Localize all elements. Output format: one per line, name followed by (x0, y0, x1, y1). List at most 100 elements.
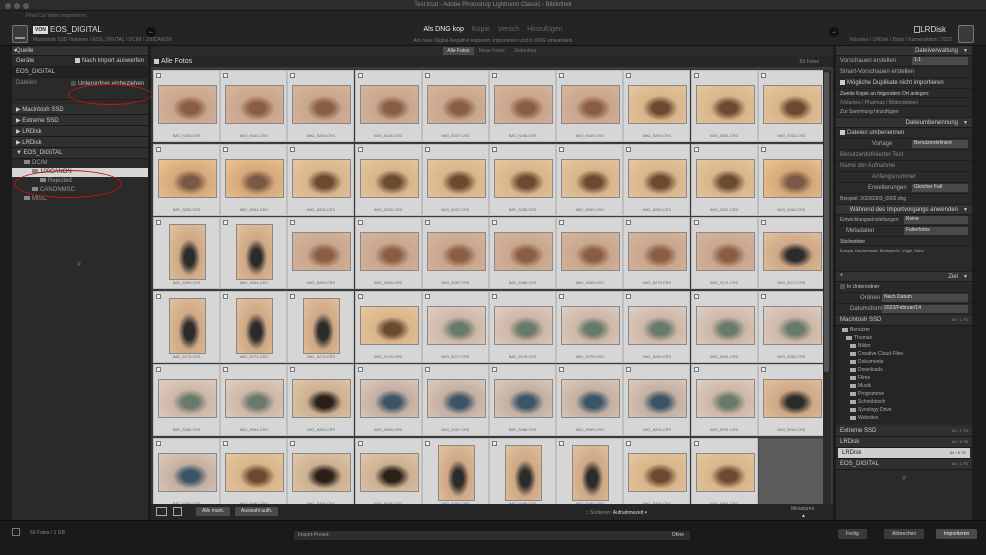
photo-include-checkbox[interactable] (156, 367, 161, 372)
checkbox-icon[interactable] (70, 81, 76, 86)
photo-include-checkbox[interactable] (559, 367, 565, 372)
photo-include-checkbox[interactable] (626, 293, 632, 299)
photo-thumbnail-cell[interactable]: IMG_9268.CR3 (489, 217, 556, 289)
photo-thumbnail-cell[interactable]: IMG_9294.CR3 (220, 437, 288, 510)
photo-include-checkbox[interactable] (760, 293, 766, 299)
mode-move[interactable]: Versch (498, 26, 519, 33)
photo-thumbnail-cell[interactable]: IMG_9289.CR3 (556, 364, 624, 436)
photo-thumbnail-cell[interactable]: IMG_9266.CR3 (354, 217, 422, 289)
photo-include-checkbox[interactable] (290, 293, 296, 299)
checkbox-icon[interactable] (840, 130, 845, 135)
photo-thumbnail[interactable] (426, 305, 486, 345)
photo-thumbnail[interactable] (158, 158, 217, 198)
photo-thumbnail-cell[interactable]: IMG_9291.CR3 (690, 364, 758, 436)
photo-thumbnail[interactable] (494, 85, 553, 124)
photo-thumbnail[interactable] (437, 444, 475, 501)
photo-include-checkbox[interactable] (357, 367, 363, 372)
device-name-row[interactable]: EOS_DIGITAL (12, 67, 148, 78)
destination-folder[interactable]: Dokumente (836, 359, 972, 367)
photo-thumbnail-cell[interactable]: IMG_9288.CR3 (489, 364, 556, 436)
photo-thumbnail-cell[interactable]: IMG_9285.CR3 (287, 364, 355, 436)
photo-include-checkbox[interactable] (626, 367, 632, 372)
no-duplicates-row[interactable]: Mögliche Duplikate nicht importieren (836, 78, 972, 89)
photo-include-checkbox[interactable] (424, 146, 430, 152)
photo-thumbnail-cell[interactable]: IMG_9270.CR3 (623, 217, 691, 289)
photo-thumbnail[interactable] (695, 232, 755, 271)
import-preset-bar[interactable]: Import-Preset: Ohne (294, 531, 690, 540)
destination-folder[interactable]: Filme (836, 375, 972, 383)
photo-thumbnail[interactable] (292, 85, 352, 124)
photo-include-checkbox[interactable] (492, 73, 497, 78)
photo-include-checkbox[interactable] (492, 220, 497, 225)
photo-thumbnail-cell[interactable]: IMG_9244.CR3 (220, 70, 288, 142)
shoot-name-row[interactable]: Name der Aufnahme (836, 161, 972, 172)
photo-thumbnail-cell[interactable]: IMG_9272.CR3 (757, 217, 825, 289)
photo-include-checkbox[interactable] (559, 73, 565, 78)
thumbnail-size-slider-icon[interactable]: ▲ (801, 513, 806, 519)
photo-include-checkbox[interactable] (223, 146, 229, 152)
photo-include-checkbox[interactable] (424, 73, 430, 78)
tab-all-photos[interactable]: Alle Fotos (443, 47, 474, 55)
photo-thumbnail[interactable] (561, 232, 621, 271)
photo-include-checkbox[interactable] (559, 293, 565, 299)
photo-thumbnail-cell[interactable]: IMG_9259.CR3 (556, 143, 624, 216)
photo-include-checkbox[interactable] (156, 440, 161, 446)
photo-include-checkbox[interactable] (559, 146, 565, 152)
photo-thumbnail-cell[interactable]: IMG_9267.CR3 (421, 217, 489, 289)
photo-include-checkbox[interactable] (492, 293, 497, 299)
photo-include-checkbox[interactable] (693, 293, 699, 299)
photo-include-checkbox[interactable] (156, 146, 161, 152)
volume-extreme-ssd[interactable]: Extreme SSD 64 / 1 TB (836, 426, 972, 437)
photo-thumbnail[interactable] (695, 305, 755, 345)
photo-thumbnail-cell[interactable]: IMG_9243.CR3 (153, 70, 220, 142)
photo-thumbnail-cell[interactable]: IMG_9277.CR3 (421, 290, 489, 363)
photo-thumbnail-cell[interactable]: IMG_9293.CR3 (153, 437, 220, 510)
photo-include-checkbox[interactable] (693, 73, 699, 78)
destination-folder[interactable]: Thomas (836, 335, 972, 343)
photo-thumbnail[interactable] (695, 158, 755, 198)
photo-thumbnail[interactable] (762, 305, 822, 345)
photo-thumbnail[interactable] (572, 444, 610, 501)
photo-thumbnail-cell[interactable]: IMG_9278.CR3 (489, 290, 556, 363)
destination-folder[interactable]: Downloads (836, 367, 972, 375)
photo-thumbnail[interactable] (225, 158, 285, 198)
photo-include-checkbox[interactable] (156, 293, 161, 299)
add-to-collection-row[interactable]: Zur Sammlung hinzufügen (836, 107, 972, 118)
collapse-icon[interactable]: ▼ (963, 48, 968, 54)
photo-include-checkbox[interactable] (357, 293, 363, 299)
photo-include-checkbox[interactable] (424, 220, 430, 225)
photo-include-checkbox[interactable] (559, 440, 565, 446)
photo-thumbnail[interactable] (561, 379, 621, 418)
eject-after-import[interactable]: Nach Import auswerfen (74, 58, 144, 64)
grid-scrollbar[interactable] (823, 70, 831, 516)
photo-thumbnail-cell[interactable]: IMG_9292.CR3 (757, 364, 825, 436)
photo-thumbnail[interactable] (762, 158, 822, 198)
photo-thumbnail-cell[interactable]: IMG_9299.CR3 (556, 437, 624, 510)
volume-lrdisk-selected[interactable]: LRDisk 64 / 8 TB (838, 448, 970, 459)
photo-include-checkbox[interactable] (290, 146, 296, 152)
destination-folder[interactable]: Benutzer (836, 327, 972, 335)
grid-view-icon[interactable] (156, 507, 167, 516)
photo-include-checkbox[interactable] (626, 440, 632, 446)
date-format-select[interactable]: 2022/Februar/14 (882, 305, 968, 313)
photo-thumbnail-cell[interactable]: IMG_9301.CR3 (690, 437, 758, 510)
photo-thumbnail[interactable] (292, 379, 352, 418)
photo-include-checkbox[interactable] (693, 146, 699, 152)
photo-thumbnail[interactable] (494, 305, 553, 345)
photo-include-checkbox[interactable] (559, 220, 565, 225)
photo-thumbnail-cell[interactable]: IMG_9286.CR3 (354, 364, 422, 436)
photo-include-checkbox[interactable] (223, 293, 229, 299)
photo-include-checkbox[interactable] (357, 146, 363, 152)
photo-include-checkbox[interactable] (223, 220, 229, 225)
destination-folder[interactable]: Programme (836, 391, 972, 399)
import-preset-value[interactable]: Ohne (672, 532, 684, 538)
photo-thumbnail[interactable] (561, 85, 621, 124)
checkbox-icon[interactable] (840, 80, 845, 85)
photo-include-checkbox[interactable] (492, 146, 497, 152)
photo-thumbnail[interactable] (158, 85, 217, 124)
photo-thumbnail[interactable] (561, 158, 621, 198)
photo-include-checkbox[interactable] (492, 367, 497, 372)
photo-thumbnail-cell[interactable]: IMG_9275.CR3 (287, 290, 355, 363)
photo-thumbnail-cell[interactable]: IMG_9297.CR3 (421, 437, 489, 510)
volume-lrdisk[interactable]: LRDisk 64 / 8 TB (836, 437, 972, 448)
